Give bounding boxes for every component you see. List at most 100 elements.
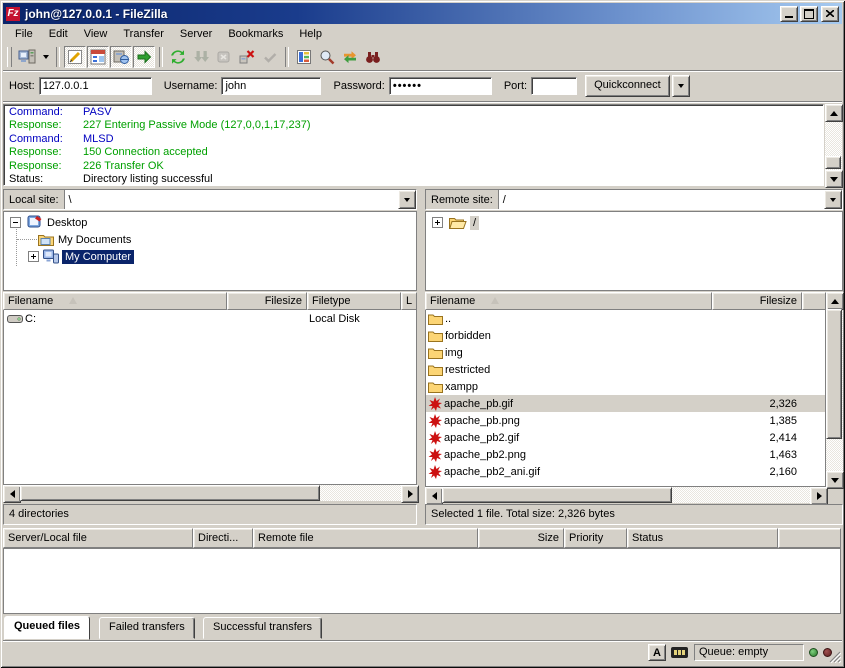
column-header-priority[interactable]: Priority <box>564 528 627 548</box>
column-header-size[interactable]: Size <box>478 528 564 548</box>
log-line: Response:150 Connection accepted <box>9 146 823 159</box>
toolbar-grip[interactable] <box>7 47 12 67</box>
window-title: john@127.0.0.1 - FileZilla <box>25 7 780 21</box>
log-scrollbar[interactable] <box>825 104 842 186</box>
column-header-last-modified[interactable]: L <box>401 292 417 310</box>
site-manager-dropdown-button[interactable] <box>39 46 52 68</box>
menu-file[interactable]: File <box>7 25 41 43</box>
menu-transfer[interactable]: Transfer <box>115 25 172 43</box>
scroll-down-button[interactable] <box>825 170 843 188</box>
minimize-button[interactable] <box>780 6 798 22</box>
local-site-dropdown-button[interactable] <box>398 190 416 209</box>
remote-site-dropdown-button[interactable] <box>824 190 842 209</box>
local-hscrollbar[interactable] <box>3 485 417 501</box>
tree-item-my-documents[interactable]: My Documents <box>38 231 131 248</box>
log-line: Command:PASV <box>9 106 823 119</box>
column-header-filesize[interactable]: Filesize <box>227 292 307 310</box>
column-header-filename[interactable]: Filename <box>425 292 712 310</box>
remote-hscrollbar[interactable] <box>425 487 826 503</box>
cancel-operation-button[interactable] <box>213 46 235 68</box>
remote-file-row[interactable]: apache_pb2.png 1,463 <box>426 446 825 463</box>
quickconnect-button[interactable]: Quickconnect <box>585 75 670 97</box>
local-status-text: 4 directories <box>3 504 417 525</box>
remote-file-row[interactable]: apache_pb.png 1,385 <box>426 412 825 429</box>
filezilla-window: Fz john@127.0.0.1 - FileZilla File Edit … <box>0 0 845 668</box>
tab-failed-transfers[interactable]: Failed transfers <box>99 617 195 639</box>
process-queue-button[interactable] <box>190 46 212 68</box>
remote-file-row[interactable]: xampp <box>426 378 825 395</box>
quickconnect-dropdown-button[interactable] <box>672 75 690 97</box>
remote-file-row[interactable]: apache_pb2.gif 2,414 <box>426 429 825 446</box>
scroll-right-button[interactable] <box>401 485 419 503</box>
remote-file-row[interactable]: img <box>426 344 825 361</box>
tree-item-root[interactable]: / <box>432 214 479 231</box>
scroll-thumb[interactable] <box>826 309 842 439</box>
reconnect-button[interactable] <box>259 46 281 68</box>
remote-file-row[interactable]: forbidden <box>426 327 825 344</box>
scroll-right-button[interactable] <box>810 487 828 505</box>
scroll-thumb[interactable] <box>825 156 841 169</box>
local-site-combo: Local site: \ <box>3 189 417 210</box>
column-header-status[interactable]: Status <box>627 528 778 548</box>
remote-site-combo: Remote site: / <box>425 189 843 210</box>
collapse-icon[interactable] <box>10 217 21 228</box>
synchronized-browsing-button[interactable] <box>339 46 361 68</box>
image-file-icon <box>428 397 442 411</box>
folder-open-icon <box>449 216 467 229</box>
expand-icon[interactable] <box>28 251 39 262</box>
toggle-remote-tree-button[interactable] <box>110 46 132 68</box>
scroll-thumb[interactable] <box>20 485 320 501</box>
port-input[interactable] <box>531 77 577 95</box>
scroll-left-button[interactable] <box>425 487 443 505</box>
maximize-button[interactable] <box>800 6 818 22</box>
remote-file-row[interactable]: apache_pb2_ani.gif 2,160 <box>426 463 825 480</box>
tree-connector <box>17 239 37 240</box>
scroll-down-button[interactable] <box>826 471 844 489</box>
menu-help[interactable]: Help <box>291 25 330 43</box>
column-header-filename[interactable]: Filename <box>3 292 227 310</box>
column-header-remote-file[interactable]: Remote file <box>253 528 478 548</box>
directory-listing-filter-button[interactable] <box>293 46 315 68</box>
column-header-filesize[interactable]: Filesize <box>712 292 802 310</box>
remote-file-row[interactable]: restricted <box>426 361 825 378</box>
encryption-status-icon[interactable] <box>671 647 688 658</box>
expand-icon[interactable] <box>432 217 443 228</box>
username-input[interactable] <box>221 77 321 95</box>
directory-comparison-button[interactable] <box>316 46 338 68</box>
refresh-button[interactable] <box>167 46 189 68</box>
toggle-local-tree-button[interactable] <box>87 46 109 68</box>
menu-server[interactable]: Server <box>172 25 220 43</box>
column-header-filetype[interactable]: Filetype <box>307 292 401 310</box>
close-button[interactable] <box>821 6 839 22</box>
local-file-row[interactable]: C: Local Disk <box>4 310 416 327</box>
tree-connector <box>16 225 17 266</box>
password-input[interactable] <box>389 77 492 95</box>
remote-site-value[interactable]: / <box>499 190 824 209</box>
scroll-up-button[interactable] <box>825 104 843 122</box>
scroll-left-button[interactable] <box>3 485 21 503</box>
tab-queued-files[interactable]: Queued files <box>4 616 90 640</box>
scroll-up-button[interactable] <box>826 292 844 310</box>
disconnect-button[interactable] <box>236 46 258 68</box>
scroll-thumb[interactable] <box>442 487 672 503</box>
site-manager-button[interactable] <box>16 46 38 68</box>
menu-bookmarks[interactable]: Bookmarks <box>220 25 291 43</box>
remote-file-row-selected[interactable]: apache_pb.gif 2,326 <box>426 395 825 412</box>
remote-file-row[interactable]: .. <box>426 310 825 327</box>
column-header-direction[interactable]: Directi... <box>193 528 253 548</box>
tree-item-desktop[interactable]: Desktop <box>10 214 87 231</box>
resize-grip[interactable] <box>829 651 841 663</box>
host-input[interactable] <box>39 77 152 95</box>
toggle-message-log-button[interactable] <box>64 46 86 68</box>
local-site-label: Local site: <box>4 190 65 209</box>
tab-successful-transfers[interactable]: Successful transfers <box>203 617 322 639</box>
menu-edit[interactable]: Edit <box>41 25 76 43</box>
remote-vscrollbar[interactable] <box>826 292 843 487</box>
menu-view[interactable]: View <box>76 25 116 43</box>
ascii-data-type-indicator[interactable]: A <box>648 644 666 661</box>
local-site-value[interactable]: \ <box>65 190 398 209</box>
tree-item-my-computer[interactable]: My Computer <box>28 248 134 265</box>
toggle-transfer-queue-button[interactable] <box>133 46 155 68</box>
find-files-button[interactable] <box>362 46 384 68</box>
column-header-server-local-file[interactable]: Server/Local file <box>3 528 193 548</box>
